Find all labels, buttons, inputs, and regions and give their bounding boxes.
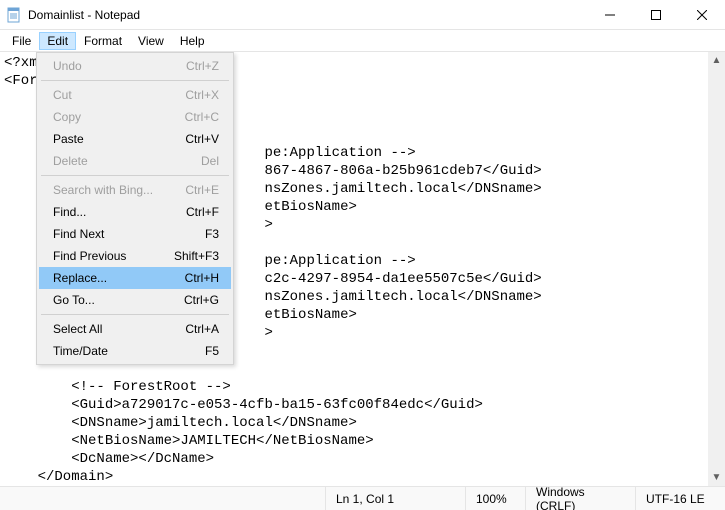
text-line: <!-- ForestRoot --> [4, 379, 231, 395]
notepad-icon [6, 7, 22, 23]
menu-item-goto[interactable]: Go To... Ctrl+G [39, 289, 231, 311]
menu-format[interactable]: Format [76, 32, 130, 50]
status-position: Ln 1, Col 1 [325, 487, 465, 510]
status-zoom: 100% [465, 487, 525, 510]
menu-item-delete[interactable]: Delete Del [39, 150, 231, 172]
menu-separator [41, 314, 229, 315]
text-line: nsZones.jamiltech.local</DNSname> [264, 289, 541, 305]
status-eol: Windows (CRLF) [525, 487, 635, 510]
title-bar: Domainlist - Notepad [0, 0, 725, 30]
menu-item-undo[interactable]: Undo Ctrl+Z [39, 55, 231, 77]
text-line: nsZones.jamiltech.local</DNSname> [264, 181, 541, 197]
text-line: > [264, 217, 272, 233]
menu-item-search-bing[interactable]: Search with Bing... Ctrl+E [39, 179, 231, 201]
text-line: pe:Application --> [264, 253, 415, 269]
text-line: <DcName></DcName> [4, 451, 214, 467]
text-line: c2c-4297-8954-da1ee5507c5e</Guid> [264, 271, 541, 287]
text-line: etBiosName> [264, 199, 356, 215]
menu-item-time-date[interactable]: Time/Date F5 [39, 340, 231, 362]
menu-edit[interactable]: Edit [39, 32, 76, 50]
text-line: <For [4, 73, 38, 89]
menu-bar: File Edit Format View Help [0, 30, 725, 52]
menu-item-paste[interactable]: Paste Ctrl+V [39, 128, 231, 150]
text-line: <?xm [4, 55, 38, 71]
menu-help[interactable]: Help [172, 32, 213, 50]
minimize-button[interactable] [587, 0, 633, 29]
editor-area: <?xm <For pe:Application --> 867-4867-80… [0, 52, 725, 486]
menu-file[interactable]: File [4, 32, 39, 50]
text-line: <DNSname>jamiltech.local</DNSname> [4, 415, 357, 431]
status-encoding: UTF-16 LE [635, 487, 725, 510]
menu-item-replace[interactable]: Replace... Ctrl+H [39, 267, 231, 289]
scroll-track[interactable] [708, 69, 725, 469]
window-title: Domainlist - Notepad [28, 8, 140, 22]
text-line: > [264, 325, 272, 341]
window-controls [587, 0, 725, 29]
vertical-scrollbar[interactable]: ▲ ▼ [708, 52, 725, 486]
text-line: etBiosName> [264, 307, 356, 323]
menu-item-find-next[interactable]: Find Next F3 [39, 223, 231, 245]
text-line: </Domain> [4, 469, 113, 485]
menu-item-copy[interactable]: Copy Ctrl+C [39, 106, 231, 128]
close-button[interactable] [679, 0, 725, 29]
menu-item-find[interactable]: Find... Ctrl+F [39, 201, 231, 223]
scroll-up-icon[interactable]: ▲ [708, 52, 725, 69]
menu-item-cut[interactable]: Cut Ctrl+X [39, 84, 231, 106]
text-line: pe:Application --> [264, 145, 415, 161]
maximize-button[interactable] [633, 0, 679, 29]
status-empty [0, 487, 325, 510]
menu-item-find-previous[interactable]: Find Previous Shift+F3 [39, 245, 231, 267]
menu-view[interactable]: View [130, 32, 172, 50]
text-line: <NetBiosName>JAMILTECH</NetBiosName> [4, 433, 374, 449]
text-line: 867-4867-806a-b25b961cdeb7</Guid> [264, 163, 541, 179]
menu-separator [41, 175, 229, 176]
menu-item-select-all[interactable]: Select All Ctrl+A [39, 318, 231, 340]
status-bar: Ln 1, Col 1 100% Windows (CRLF) UTF-16 L… [0, 486, 725, 510]
menu-separator [41, 80, 229, 81]
scroll-down-icon[interactable]: ▼ [708, 469, 725, 486]
text-line: <Guid>a729017c-e053-4cfb-ba15-63fc00f84e… [4, 397, 483, 413]
edit-dropdown-menu: Undo Ctrl+Z Cut Ctrl+X Copy Ctrl+C Paste… [36, 52, 234, 365]
